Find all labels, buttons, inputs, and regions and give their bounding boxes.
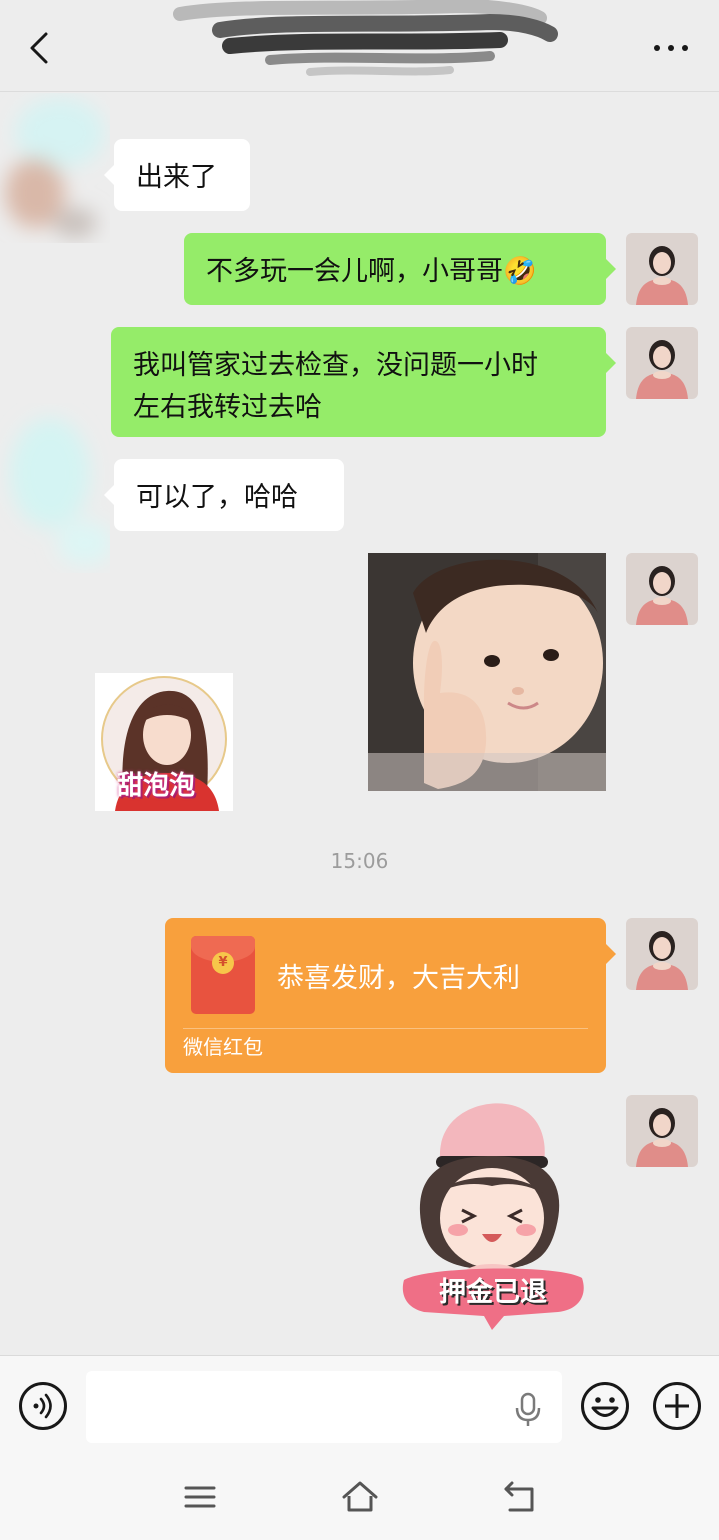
redaction-scribble [173, 0, 558, 76]
input-bar [0, 1355, 719, 1455]
message-list[interactable]: 出来了 不多玩一会儿啊，小哥哥🤣 我叫管家过去检查，没问题一小时 左右我转过去哈 [0, 93, 719, 1355]
user-avatar[interactable] [626, 553, 698, 625]
message-bubble-outgoing[interactable]: 我叫管家过去检查，没问题一小时 左右我转过去哈 [111, 327, 616, 437]
message-text-line: 我叫管家过去检查，没问题一小时 [133, 350, 538, 381]
timestamp: 15:06 [330, 849, 389, 873]
back-nav-icon[interactable] [500, 1477, 540, 1517]
home-icon[interactable] [340, 1477, 380, 1517]
red-packet-icon: ¥ [191, 936, 255, 1014]
message-text: 不多玩一会儿啊，小哥哥🤣 [206, 256, 537, 287]
divider [183, 1028, 588, 1029]
sticker-caption: 甜泡泡 [117, 771, 196, 801]
message-bubble-incoming[interactable]: 出来了 [104, 139, 250, 211]
red-packet-label: 微信红包 [183, 1035, 263, 1059]
chat-header [0, 0, 719, 92]
more-dots-icon[interactable] [651, 36, 691, 60]
message-text: 可以了，哈哈 [136, 482, 298, 513]
user-avatar[interactable] [626, 918, 698, 990]
voice-input-icon[interactable] [18, 1381, 68, 1431]
image-message-thumbs-up-child[interactable] [368, 553, 606, 791]
red-packet-title: 恭喜发财，大吉大利 [277, 963, 520, 994]
user-avatar[interactable] [626, 327, 698, 399]
message-bubble-incoming[interactable]: 可以了，哈哈 [104, 459, 344, 531]
message-text: 出来了 [136, 162, 217, 193]
menu-icon[interactable] [180, 1477, 220, 1517]
system-nav-bar [0, 1455, 719, 1540]
microphone-icon[interactable] [512, 1392, 544, 1428]
user-avatar[interactable] [626, 233, 698, 305]
sticker-caption: 押金已退 [439, 1277, 547, 1308]
image-message-portrait[interactable]: 甜泡泡 [95, 673, 233, 811]
red-packet-message[interactable]: ¥ 恭喜发财，大吉大利 微信红包 [165, 918, 616, 1073]
message-input[interactable] [86, 1371, 562, 1443]
sticker-message-deposit-refunded[interactable]: 押金已退 [398, 1098, 588, 1333]
emoji-icon[interactable] [580, 1381, 630, 1431]
contact-avatar-blurred[interactable] [0, 393, 110, 573]
plus-icon[interactable] [652, 1381, 702, 1431]
user-avatar[interactable] [626, 1095, 698, 1167]
message-text-line: 左右我转过去哈 [133, 392, 322, 423]
chevron-left-icon[interactable] [22, 28, 62, 68]
message-bubble-outgoing[interactable]: 不多玩一会儿啊，小哥哥🤣 [184, 233, 616, 305]
contact-avatar-blurred[interactable] [0, 93, 110, 243]
